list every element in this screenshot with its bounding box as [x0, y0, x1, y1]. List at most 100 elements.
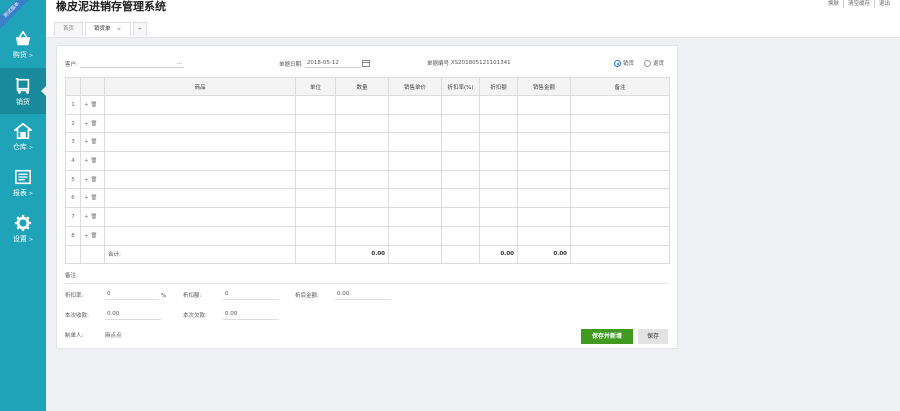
- date-input[interactable]: 2018-05-12: [304, 59, 361, 68]
- sidebar-item-purchase[interactable]: 购货 >: [0, 22, 46, 68]
- sales-amount-cell[interactable]: [517, 151, 571, 171]
- sales-amount-cell[interactable]: [517, 95, 571, 115]
- unit-cell[interactable]: [295, 169, 336, 190]
- row-actions[interactable]: + 🗑: [80, 95, 105, 115]
- discount-amount-cell[interactable]: [479, 188, 518, 209]
- unit-price-cell[interactable]: [388, 132, 442, 153]
- product-cell[interactable]: [104, 188, 296, 209]
- sales-amount-cell[interactable]: [517, 169, 571, 190]
- remark-cell[interactable]: [570, 225, 670, 246]
- discount-amount-input[interactable]: 0: [223, 290, 279, 300]
- sidebar-item-warehouse[interactable]: 仓库 >: [0, 114, 46, 160]
- discount-amount-cell[interactable]: [479, 132, 518, 153]
- row-actions[interactable]: + 🗑: [80, 225, 105, 246]
- unit-price-cell[interactable]: [388, 207, 442, 227]
- quantity-cell[interactable]: [335, 188, 389, 209]
- logout-link[interactable]: 退出: [873, 0, 894, 8]
- discount-amount-cell[interactable]: [479, 169, 518, 190]
- row-actions[interactable]: + 🗑: [80, 169, 105, 190]
- remark-cell[interactable]: [570, 207, 670, 227]
- quantity-cell[interactable]: [335, 207, 389, 227]
- discount-rate-label: 折扣率:: [65, 293, 84, 299]
- row-actions[interactable]: + 🗑: [80, 132, 105, 153]
- sales-amount-cell[interactable]: [517, 225, 571, 246]
- close-icon[interactable]: ×: [117, 23, 122, 36]
- unit-price-cell[interactable]: [388, 113, 442, 134]
- discount-amount-cell[interactable]: [479, 207, 518, 227]
- quantity-cell[interactable]: [335, 169, 389, 190]
- customer-input[interactable]: ...: [79, 59, 184, 68]
- radio-return[interactable]: 退货: [644, 59, 664, 67]
- customer-more-button[interactable]: ...: [177, 60, 182, 66]
- unit-price-cell[interactable]: [388, 188, 442, 209]
- tab-sales-order[interactable]: 销货单 ×: [85, 22, 131, 36]
- discount-rate-cell[interactable]: [441, 188, 480, 209]
- product-cell[interactable]: [104, 169, 296, 190]
- total-empty-2: [80, 244, 105, 265]
- clear-cache-link[interactable]: 清空缓存: [842, 0, 874, 8]
- radio-sale[interactable]: 销货: [614, 59, 634, 67]
- product-cell[interactable]: [104, 225, 296, 246]
- quantity-cell[interactable]: [335, 113, 389, 134]
- save-and-new-button[interactable]: 保存并新增: [581, 329, 633, 344]
- product-cell[interactable]: [104, 207, 296, 227]
- discount-rate-cell[interactable]: [441, 113, 480, 134]
- unit-price-cell[interactable]: [388, 151, 442, 171]
- unit-cell[interactable]: [295, 113, 336, 134]
- sidebar-item-settings[interactable]: 设置 >: [0, 206, 46, 252]
- quantity-cell[interactable]: [335, 95, 389, 115]
- unit-cell[interactable]: [295, 225, 336, 246]
- save-button[interactable]: 保存: [638, 329, 668, 344]
- unit-cell[interactable]: [295, 132, 336, 153]
- unit-cell[interactable]: [295, 188, 336, 209]
- remark-cell[interactable]: [570, 151, 670, 171]
- sidebar-item-reports[interactable]: 报表 >: [0, 160, 46, 206]
- tab-home[interactable]: 首页: [54, 22, 84, 36]
- discount-rate-cell[interactable]: [441, 169, 480, 190]
- quantity-cell[interactable]: [335, 132, 389, 153]
- quantity-cell[interactable]: [335, 151, 389, 171]
- discount-rate-cell[interactable]: [441, 225, 480, 246]
- remark-cell[interactable]: [570, 169, 670, 190]
- quantity-cell[interactable]: [335, 225, 389, 246]
- row-actions[interactable]: + 🗑: [80, 151, 105, 171]
- discount-amount-cell[interactable]: [479, 151, 518, 171]
- unit-price-cell[interactable]: [388, 169, 442, 190]
- discount-rate-cell[interactable]: [441, 151, 480, 171]
- received-input[interactable]: 0.00: [105, 310, 161, 320]
- discount-rate-cell[interactable]: [441, 207, 480, 227]
- remark-cell[interactable]: [570, 132, 670, 153]
- skin-link[interactable]: 换肤: [824, 0, 843, 8]
- product-cell[interactable]: [104, 132, 296, 153]
- product-cell[interactable]: [104, 95, 296, 115]
- col-quantity: 数量: [335, 77, 389, 96]
- sales-amount-cell[interactable]: [517, 188, 571, 209]
- calendar-icon[interactable]: [361, 60, 370, 67]
- discount-amount-cell[interactable]: [479, 225, 518, 246]
- discount-amount-cell[interactable]: [479, 113, 518, 134]
- discount-rate-input[interactable]: 0: [105, 290, 159, 300]
- row-actions[interactable]: + 🗑: [80, 113, 105, 134]
- discount-rate-cell[interactable]: [441, 95, 480, 115]
- tab-bar: 首页 销货单 × +: [54, 22, 149, 36]
- sales-amount-cell[interactable]: [517, 132, 571, 153]
- remark-cell[interactable]: [570, 188, 670, 209]
- row-actions[interactable]: + 🗑: [80, 207, 105, 227]
- remark-cell[interactable]: [570, 95, 670, 115]
- unit-cell[interactable]: [295, 151, 336, 171]
- remark-cell[interactable]: [570, 113, 670, 134]
- row-actions[interactable]: + 🗑: [80, 188, 105, 209]
- sales-amount-cell[interactable]: [517, 207, 571, 227]
- discount-rate-cell[interactable]: [441, 132, 480, 153]
- add-tab-button[interactable]: +: [132, 22, 148, 36]
- remark-input[interactable]: [65, 283, 669, 284]
- discount-amount-cell[interactable]: [479, 95, 518, 115]
- product-cell[interactable]: [104, 113, 296, 134]
- sales-amount-cell[interactable]: [517, 113, 571, 134]
- unit-cell[interactable]: [295, 207, 336, 227]
- product-cell[interactable]: [104, 151, 296, 171]
- unit-price-cell[interactable]: [388, 225, 442, 246]
- unit-cell[interactable]: [295, 95, 336, 115]
- sidebar-item-sales[interactable]: 销货: [0, 68, 46, 114]
- unit-price-cell[interactable]: [388, 95, 442, 115]
